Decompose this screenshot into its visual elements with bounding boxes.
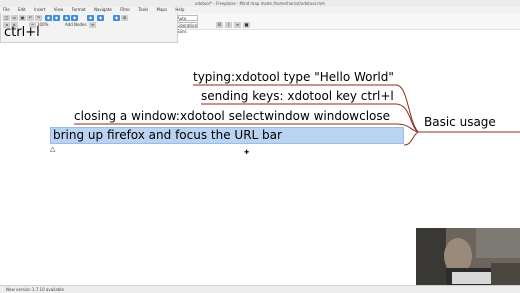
webcam-image: [416, 228, 520, 288]
node-closing-window[interactable]: closing a window:xdotool selectwindow wi…: [74, 109, 390, 123]
edge-curve-3: [403, 131, 419, 146]
root-node-basic-usage[interactable]: Basic usage: [424, 115, 496, 129]
node-sending-keys[interactable]: sending keys: xdotool key ctrl+l: [201, 89, 394, 103]
mouse-cursor-icon: ✚: [244, 149, 250, 156]
fold-indicator-icon[interactable]: △: [50, 145, 55, 153]
node-typing[interactable]: typing:xdotool type "Hello World": [193, 70, 394, 84]
status-text[interactable]: New version 1.7.10 available: [6, 287, 64, 292]
edge-curve-0: [395, 84, 419, 133]
node-selected-firefox[interactable]: bring up firefox and focus the URL bar: [50, 127, 404, 144]
webcam-overlay: [416, 228, 520, 288]
